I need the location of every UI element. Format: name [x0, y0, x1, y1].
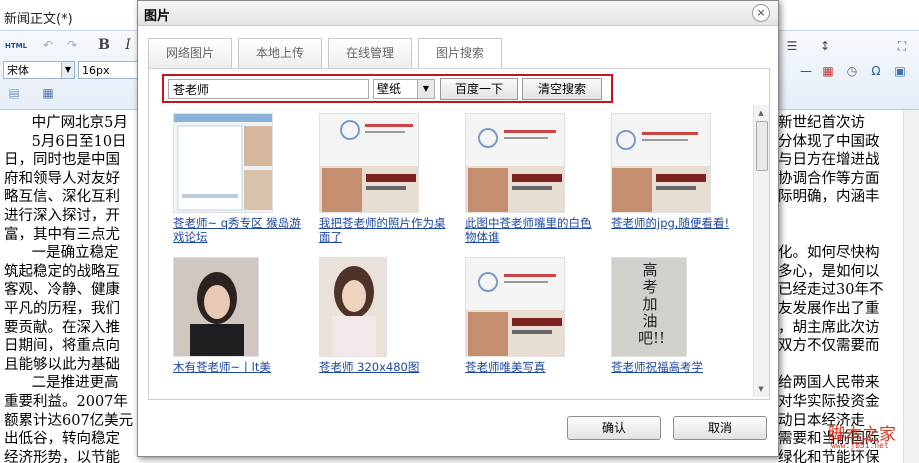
result-caption[interactable]: 苍老师~ q秀专区 猴岛游戏论坛	[173, 216, 303, 244]
search-bar: 壁纸 ▼ 百度一下 清空搜索	[162, 74, 613, 103]
fullscreen-icon[interactable]: ⛶	[892, 37, 912, 55]
editor-line-left: 府和领导人对友好	[4, 170, 120, 187]
cancel-button[interactable]: 取消	[673, 416, 767, 440]
table-icon[interactable]: ▦	[38, 84, 58, 102]
chevron-down-icon: ▼	[61, 62, 74, 78]
font-family-value: 宋体	[7, 64, 29, 77]
result-thumbnail[interactable]	[319, 113, 419, 213]
editor-title: 新闻正文(*)	[4, 12, 73, 27]
redo-icon[interactable]: ↷	[62, 36, 82, 54]
result-thumbnail[interactable]	[611, 113, 711, 213]
editor-line-right: 绿化和节能环保	[778, 449, 880, 463]
tab-network-image[interactable]: 网络图片	[148, 38, 232, 68]
editor-line-right: 已经走过30年不	[778, 282, 884, 299]
result-caption[interactable]: 此图中苍老师嘴里的白色物体谁	[465, 216, 595, 244]
scroll-down-icon[interactable]: ▼	[756, 383, 766, 395]
horizontal-rule-icon[interactable]: —	[796, 62, 816, 80]
editor-line-left: 额累计达607亿美元	[4, 412, 134, 429]
editor-line-left: 富，其中有三点尤	[4, 226, 120, 243]
tab-local-upload[interactable]: 本地上传	[238, 38, 322, 68]
editor-line-left: 要贡献。在深入推	[4, 319, 120, 336]
image-search-panel: 壁纸 ▼ 百度一下 清空搜索 苍老师~ q秀	[148, 68, 770, 400]
bold-button[interactable]: B	[94, 36, 114, 54]
clear-search-button[interactable]: 清空搜索	[522, 78, 602, 100]
editor-line-right: ，胡主席此次访	[778, 319, 880, 336]
editor-line-right: 际明确，内涵丰	[778, 189, 880, 206]
scroll-up-icon[interactable]: ▲	[756, 107, 766, 119]
font-size-value: 16px	[82, 64, 110, 77]
image-dialog: 图片 × 网络图片 本地上传 在线管理 图片搜索 壁纸 ▼ 百度一下 清空搜索	[137, 0, 779, 457]
editor-line-right: 双方不仅需要而	[778, 338, 880, 355]
editor-line-left: 经济形势，以节能	[4, 449, 120, 463]
list-icon[interactable]: ☰	[782, 37, 802, 55]
result-thumbnail[interactable]	[173, 113, 273, 213]
editor-line-left: 进行深入探讨，开	[4, 208, 120, 224]
results-grid: 苍老师~ q秀专区 猴岛游戏论坛 我把苍老师的照片作为桌面了 此图中苍老师嘴里的…	[149, 105, 753, 397]
result-thumbnail[interactable]: 高考加油吧!!	[611, 257, 687, 357]
font-size-select[interactable]: 16px	[78, 61, 138, 79]
editor-line-left: 5月6日至10日	[4, 133, 127, 150]
special-char-icon[interactable]: Ω	[866, 62, 886, 80]
editor-line-left: 筑起稳定的战略互	[4, 263, 120, 280]
editor-line-left: 日，同时也是中国	[4, 152, 120, 169]
editor-line-left: 平凡的历程，我们	[4, 301, 120, 317]
close-button[interactable]: ×	[752, 4, 770, 22]
result-caption[interactable]: 苍老师唯美写真	[465, 360, 595, 374]
editor-line-right: 协调合作等方面	[778, 170, 880, 187]
editor-line-left: 客观、冷静、健康	[4, 282, 120, 299]
search-button[interactable]: 百度一下	[440, 78, 518, 100]
scroll-thumb[interactable]	[756, 121, 768, 171]
result-thumbnail[interactable]	[319, 257, 387, 357]
editor-line-left: 重要利益。2007年	[4, 394, 128, 410]
editor-line-right: 多心，是如何以	[778, 263, 880, 280]
image-type-select[interactable]: 壁纸 ▼	[373, 79, 435, 99]
result-thumbnail[interactable]	[173, 257, 259, 357]
result-caption[interactable]: 木有苍老师~丨lt美	[173, 360, 303, 374]
result-caption[interactable]: 苍老师祝福高考学	[611, 360, 741, 374]
editor-scrollbar[interactable]	[903, 110, 919, 463]
editor-line-right: 分体现了中国政	[778, 133, 880, 150]
image-icon[interactable]: ▣	[890, 62, 910, 80]
dialog-title: 图片	[144, 9, 171, 24]
editor-line-left: 且能够以此为基础	[4, 356, 120, 373]
results-scrollbar[interactable]: ▲ ▼	[753, 105, 769, 397]
editor-line-right: 化。如何尽快构	[778, 245, 880, 262]
date-icon[interactable]: ▦	[818, 62, 838, 80]
editor-line-right: 友发展作出了重	[778, 301, 880, 317]
undo-icon[interactable]: ↶	[38, 36, 58, 54]
result-thumbnail[interactable]	[465, 113, 565, 213]
dialog-title-bar[interactable]: 图片 ×	[138, 1, 778, 26]
italic-button[interactable]: I	[118, 36, 138, 54]
editor-line-left: 一是确立稳定	[4, 245, 119, 262]
editor-line-left: 出低谷，转向稳定	[4, 431, 120, 448]
editor-line-right: 与日方在增进战	[778, 152, 880, 169]
editor-line-left: 略互信、深化互利	[4, 189, 120, 206]
tab-image-search[interactable]: 图片搜索	[418, 38, 502, 69]
image-type-value: 壁纸	[377, 82, 402, 96]
ok-button[interactable]: 确认	[567, 416, 661, 440]
html-mode-button[interactable]: HTML	[4, 37, 28, 55]
chevron-down-icon: ▼	[417, 80, 434, 98]
result-caption[interactable]: 苍老师 320x480图	[319, 360, 449, 374]
site-watermark-url: www.jb51.net	[831, 441, 889, 450]
editor-line-right: 对华实际投资金	[778, 394, 880, 410]
calligraphy-text: 高考加油吧!!	[638, 261, 666, 347]
editor-line-left: 日期间，将重点向	[4, 338, 120, 355]
search-input[interactable]	[168, 79, 369, 99]
tab-online-manage[interactable]: 在线管理	[328, 38, 412, 68]
editor-line-right: 新世纪首次访	[778, 115, 865, 131]
editor-line-right: 给两国人民带来	[778, 375, 880, 392]
time-icon[interactable]: ◷	[842, 62, 862, 80]
editor-line-left: 二是推进更高	[4, 375, 119, 392]
result-caption[interactable]: 苍老师的jpg,随便看看!	[611, 216, 741, 230]
result-caption[interactable]: 我把苍老师的照片作为桌面了	[319, 216, 449, 244]
result-thumbnail[interactable]	[465, 257, 565, 357]
line-height-icon[interactable]: ↕	[815, 37, 835, 55]
editor-line-left: 中广网北京5月	[4, 115, 128, 131]
format-icon[interactable]: ▤	[4, 84, 24, 102]
font-family-select[interactable]: 宋体 ▼	[3, 61, 75, 79]
